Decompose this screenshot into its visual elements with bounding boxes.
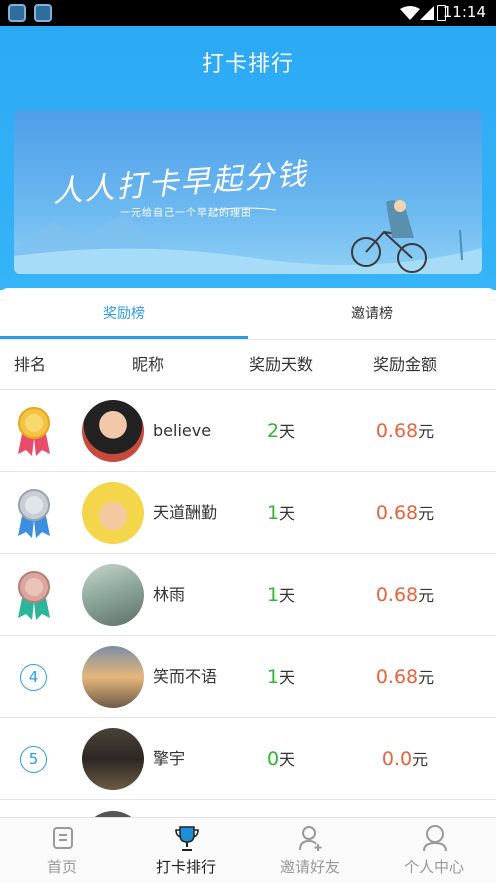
table-row[interactable]: 天道酬勤 1天 0.68元: [0, 472, 496, 554]
nav-home[interactable]: 首页: [0, 818, 124, 883]
reward-amount: 0.0元: [350, 718, 460, 801]
reward-amount: 0.68元: [350, 390, 460, 473]
page-title: 打卡排行: [201, 52, 294, 77]
avatar[interactable]: [82, 646, 144, 708]
header-days: 奖励天数: [248, 355, 313, 374]
nav-ranking-label: 打卡排行: [155, 858, 216, 876]
status-bar: 11:14: [0, 0, 496, 26]
nickname: 天道酬勤: [153, 503, 218, 522]
reward-days: 2天: [226, 390, 336, 473]
days-value: 1: [266, 666, 280, 688]
ranking-card: 奖励榜 邀请榜 排名 昵称 奖励天数 奖励金额 believe 2天 0.68元…: [0, 288, 496, 817]
nickname: 笑而不语: [153, 667, 218, 686]
status-time: 11:14: [442, 3, 486, 21]
days-unit: 天: [279, 422, 296, 441]
app-notification-icon: [8, 4, 26, 22]
days-unit: 天: [279, 750, 296, 769]
avatar[interactable]: [82, 564, 144, 626]
rank-number: 4: [20, 664, 47, 691]
amount-unit: 元: [418, 586, 435, 605]
reward-days: 0天: [226, 718, 336, 801]
nav-profile-label: 个人中心: [403, 858, 464, 876]
promo-banner[interactable]: 人人打卡早起分钱 一元给自己一个早起的理由: [14, 110, 482, 274]
amount-value: 0.68: [375, 584, 419, 606]
days-value: 2: [266, 420, 280, 442]
amount-unit: 元: [418, 422, 435, 441]
home-icon: [53, 827, 73, 849]
add-user-icon: [299, 826, 322, 851]
avatar[interactable]: [82, 400, 144, 462]
nav-invite-label: 邀请好友: [279, 858, 340, 876]
table-header: 排名 昵称 奖励天数 奖励金额: [0, 340, 496, 390]
reward-days: 1天: [226, 636, 336, 719]
days-value: 0: [266, 748, 280, 770]
amount-value: 0.0: [381, 748, 413, 770]
nav-home-label: 首页: [46, 858, 77, 876]
days-value: 1: [266, 584, 280, 606]
table-row[interactable]: 5 擎宇 0天 0.0元: [0, 718, 496, 800]
person-icon: [423, 825, 447, 852]
trophy-icon: [175, 826, 199, 851]
nickname: 林雨: [153, 585, 186, 604]
active-tab-indicator: [0, 336, 248, 339]
nav-ranking[interactable]: 打卡排行: [124, 818, 248, 883]
reward-amount: 0.68元: [350, 554, 460, 637]
table-row[interactable]: believe 2天 0.68元: [0, 390, 496, 472]
tab-bar: 奖励榜 邀请榜: [0, 288, 496, 340]
avatar[interactable]: [82, 482, 144, 544]
rank-number: 5: [20, 746, 47, 773]
signal-icon: [420, 6, 434, 20]
table-row[interactable]: 4 笑而不语 1天 0.68元: [0, 636, 496, 718]
gold-medal-icon: [18, 407, 50, 456]
days-unit: 天: [279, 668, 296, 687]
reward-days: 1天: [226, 554, 336, 637]
header-amount: 奖励金额: [372, 355, 437, 374]
days-unit: 天: [279, 504, 296, 523]
wifi-icon: [400, 6, 420, 20]
amount-value: 0.68: [375, 666, 419, 688]
amount-unit: 元: [418, 504, 435, 523]
amount-unit: 元: [412, 750, 429, 769]
table-row[interactable]: 林雨 1天 0.68元: [0, 554, 496, 636]
tab-reward-ranking[interactable]: 奖励榜: [0, 288, 248, 340]
amount-value: 0.68: [375, 502, 419, 524]
nav-profile[interactable]: 个人中心: [372, 818, 496, 883]
bronze-medal-icon: [18, 571, 50, 620]
banner-subline: 一元给自己一个早起的理由: [120, 208, 252, 219]
amount-value: 0.68: [375, 420, 419, 442]
reward-amount: 0.68元: [350, 636, 460, 719]
reward-amount: 0.68元: [350, 472, 460, 555]
amount-unit: 元: [418, 668, 435, 687]
app-notification-icon: [34, 4, 52, 22]
bottom-nav: 首页 打卡排行 邀请好友 个人中心: [0, 817, 496, 883]
nav-invite[interactable]: 邀请好友: [248, 818, 372, 883]
header-rank: 排名: [13, 355, 46, 374]
days-unit: 天: [279, 586, 296, 605]
avatar[interactable]: [82, 728, 144, 790]
nickname: believe: [153, 421, 212, 440]
tab-invite-ranking[interactable]: 邀请榜: [248, 288, 496, 340]
silver-medal-icon: [18, 489, 50, 538]
days-value: 1: [266, 502, 280, 524]
nickname: 擎宇: [153, 749, 186, 768]
header-nickname: 昵称: [131, 355, 164, 374]
reward-days: 1天: [226, 472, 336, 555]
